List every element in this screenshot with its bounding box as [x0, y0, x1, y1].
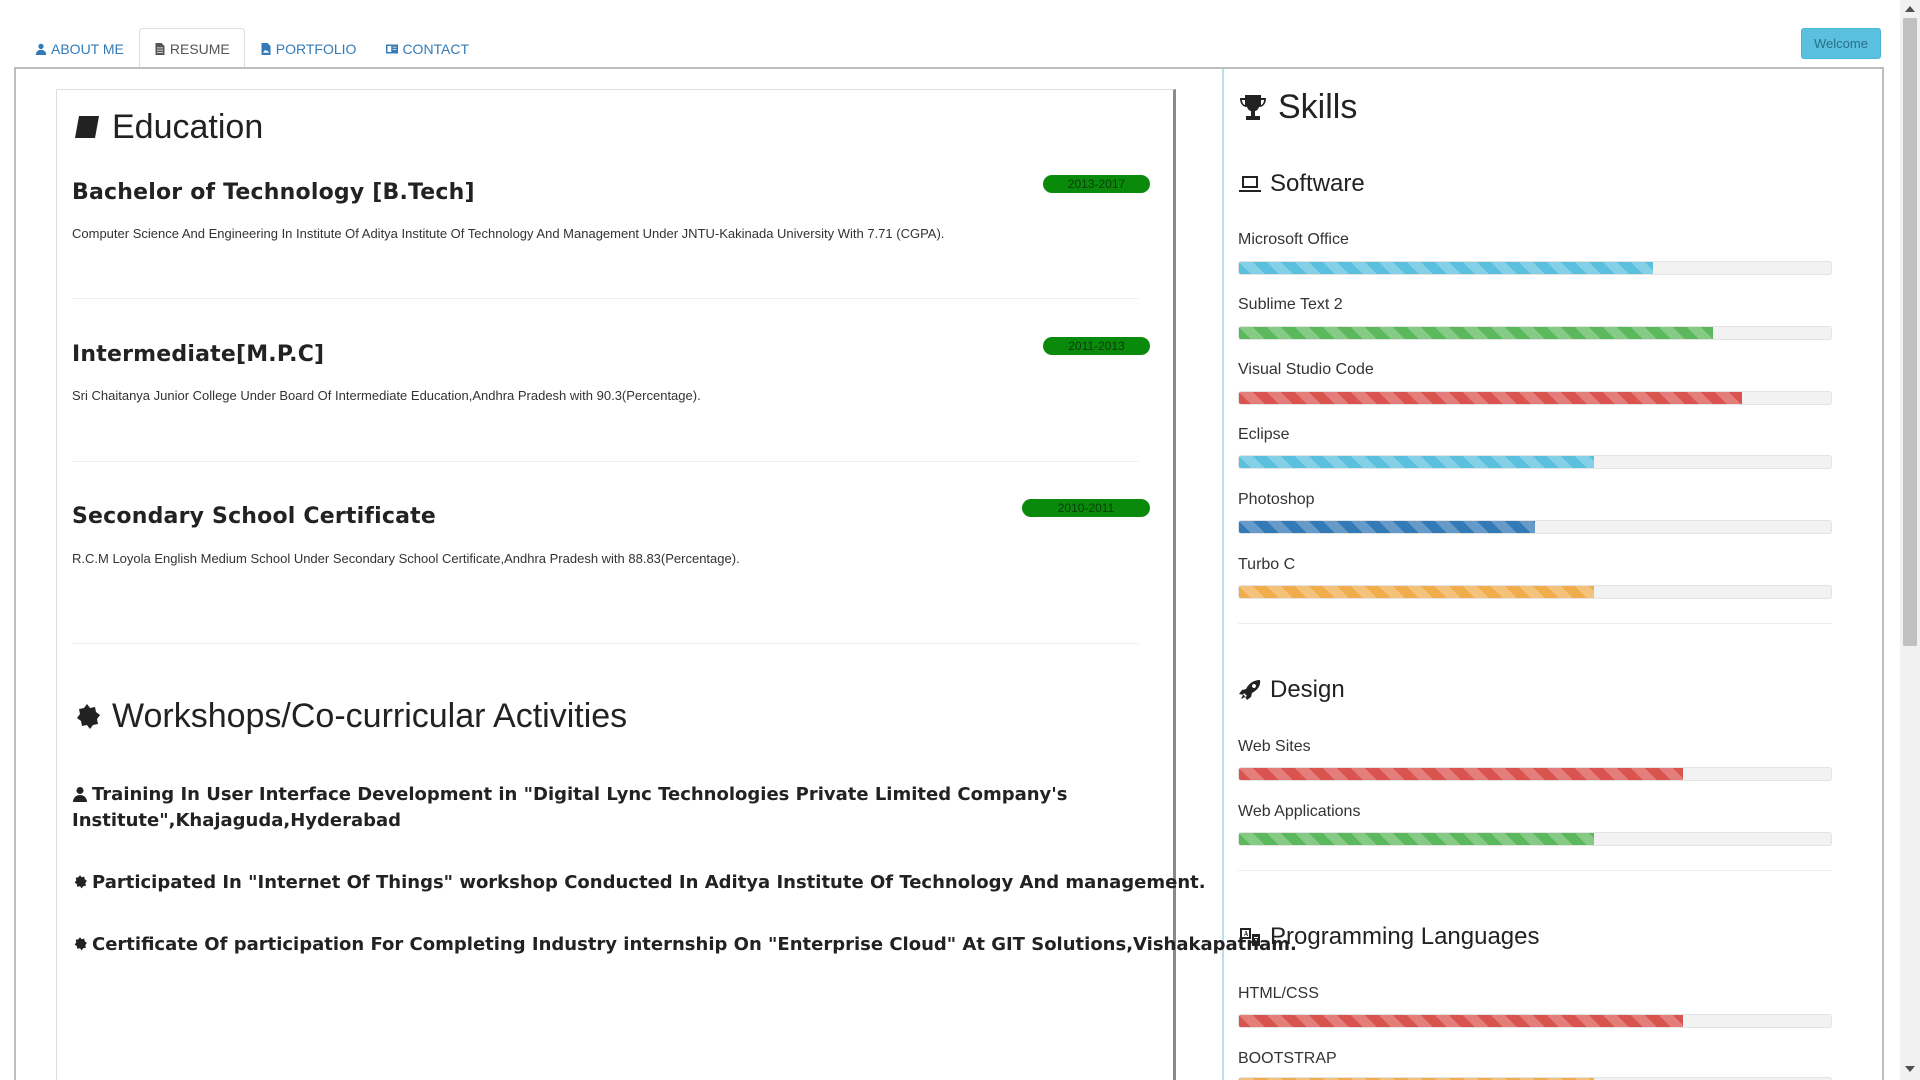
- education-heading: Education: [72, 108, 263, 147]
- tab-label: CONTACT: [402, 40, 470, 57]
- tab-resume[interactable]: RESUME: [138, 28, 245, 69]
- education-title: Bachelor of Technology [B.Tech]: [72, 180, 475, 205]
- skill-progress-bar: [1238, 455, 1832, 469]
- divider: [1238, 623, 1832, 624]
- skill-progress-bar: [1238, 585, 1832, 599]
- top-navigation: ABOUT ME RESUME PORTFOLIO CONTACT Welcom…: [0, 0, 1900, 69]
- rocket-icon: [1239, 680, 1261, 700]
- tab-contact[interactable]: CONTACT: [371, 28, 484, 68]
- progress-fill: [1239, 586, 1595, 598]
- divider: [72, 298, 1138, 299]
- programming-heading: Programming Languages: [1238, 923, 1540, 951]
- education-description: Sri Chaitanya Junior College Under Board…: [72, 388, 701, 403]
- progress-fill: [1239, 456, 1595, 468]
- software-heading: Software: [1238, 170, 1365, 198]
- workshops-heading: Workshops/Co-curricular Activities: [72, 697, 627, 736]
- progress-fill: [1239, 392, 1743, 404]
- education-description: Computer Science And Engineering In Inst…: [72, 226, 945, 241]
- activity-item: Certificate Of participation For Complet…: [72, 932, 1297, 958]
- column-divider: [1222, 69, 1224, 1080]
- year-badge: 2010-2011: [1022, 499, 1150, 517]
- skill-progress-bar: [1238, 1014, 1832, 1028]
- skill-label: Web Sites: [1238, 738, 1311, 755]
- cog-icon: [74, 875, 87, 889]
- skill-label: Web Applications: [1238, 803, 1361, 820]
- trophy-icon: [1240, 94, 1266, 120]
- divider: [1238, 870, 1832, 871]
- skill-label: BOOTSTRAP: [1238, 1050, 1337, 1067]
- skill-progress-bar: [1238, 832, 1832, 846]
- skill-progress-bar: [1238, 261, 1832, 275]
- skill-label: HTML/CSS: [1238, 985, 1319, 1002]
- skill-progress-bar: [1238, 391, 1832, 405]
- nav-tabs: ABOUT ME RESUME PORTFOLIO CONTACT: [20, 28, 484, 69]
- year-badge: 2011-2013: [1043, 337, 1150, 355]
- skill-label: Visual Studio Code: [1238, 361, 1374, 378]
- user-icon: [73, 787, 87, 802]
- scroll-down-arrow-icon[interactable]: [1905, 1066, 1915, 1072]
- skill-label: Microsoft Office: [1238, 231, 1349, 248]
- education-description: R.C.M Loyola English Medium School Under…: [72, 551, 740, 566]
- tab-portfolio[interactable]: PORTFOLIO: [245, 28, 372, 68]
- progress-fill: [1239, 833, 1595, 845]
- skills-heading: Skills: [1238, 88, 1357, 127]
- year-badge: 2013-2017: [1043, 175, 1150, 193]
- tab-about-me[interactable]: ABOUT ME: [20, 28, 139, 68]
- tab-label: PORTFOLIO: [275, 40, 357, 57]
- laptop-icon: [1239, 176, 1261, 192]
- image-file-icon: [261, 42, 271, 55]
- skill-label: Photoshop: [1238, 491, 1315, 508]
- scroll-thumb[interactable]: [1903, 18, 1917, 646]
- progress-fill: [1239, 1015, 1683, 1027]
- tab-label: RESUME: [169, 41, 230, 57]
- progress-fill: [1239, 768, 1683, 780]
- book-icon: [75, 115, 99, 138]
- activity-item: Training In User Interface Development i…: [72, 784, 1068, 831]
- skill-progress-bar: [1238, 326, 1832, 340]
- tab-label: ABOUT ME: [51, 40, 124, 57]
- vertical-scrollbar[interactable]: [1900, 0, 1920, 1080]
- skill-progress-bar: [1238, 520, 1832, 534]
- user-icon: [35, 43, 47, 55]
- skill-label: Eclipse: [1238, 426, 1290, 443]
- welcome-button[interactable]: Welcome: [1801, 28, 1881, 59]
- divider: [72, 461, 1138, 462]
- progress-fill: [1239, 521, 1535, 533]
- design-heading: Design: [1238, 676, 1345, 704]
- cog-icon: [77, 703, 100, 729]
- cog-icon: [74, 937, 87, 951]
- education-title: Intermediate[M.P.C]: [72, 342, 325, 367]
- activity-item: Participated In "Internet Of Things" wor…: [72, 870, 1206, 896]
- skill-progress-bar: [1238, 767, 1832, 781]
- translate-icon: [1240, 928, 1260, 946]
- scroll-up-arrow-icon[interactable]: [1905, 6, 1915, 12]
- progress-fill: [1239, 327, 1713, 339]
- contact-card-icon: [386, 44, 399, 53]
- progress-fill: [1239, 262, 1654, 274]
- education-title: Secondary School Certificate: [72, 504, 437, 529]
- skill-label: Turbo C: [1238, 556, 1296, 573]
- skill-label: Sublime Text 2: [1238, 296, 1343, 313]
- document-icon: [155, 43, 165, 55]
- divider: [72, 643, 1138, 644]
